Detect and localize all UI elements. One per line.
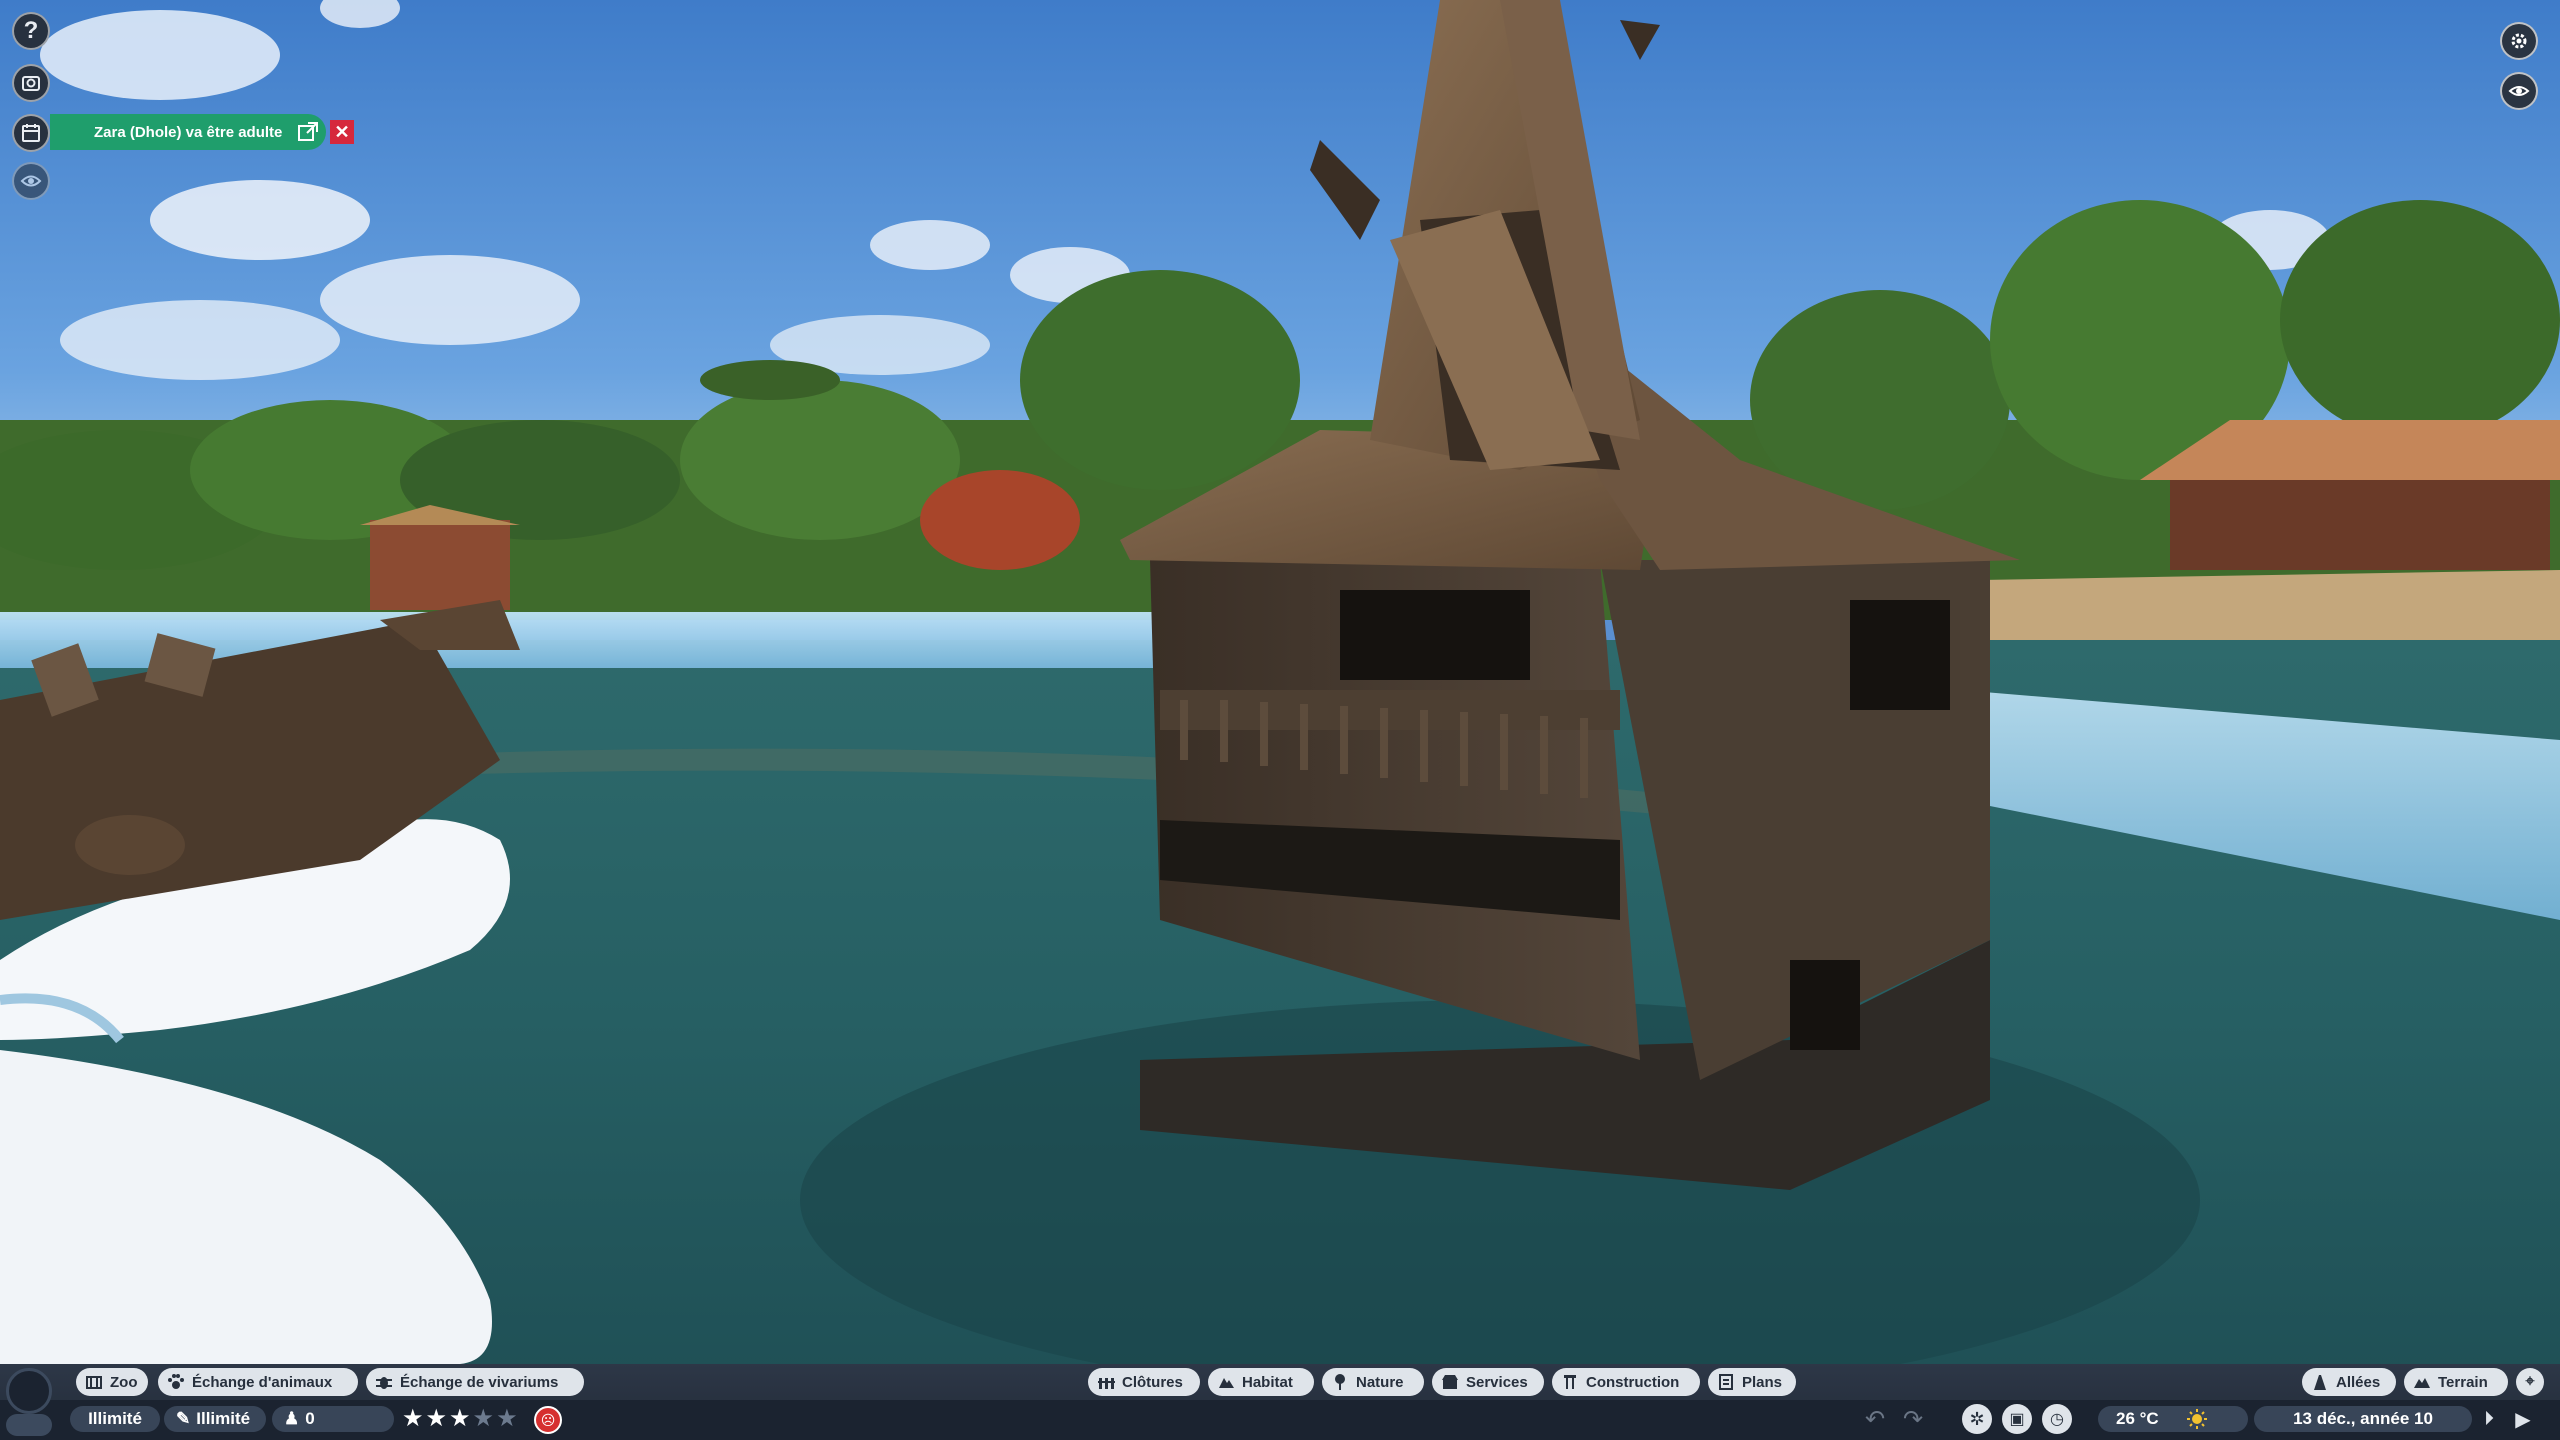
guest-mood-indicator[interactable]: ☹ bbox=[534, 1406, 562, 1434]
notification-text: Zara (Dhole) va être adulte bbox=[94, 123, 283, 141]
tab-zoo[interactable]: Zoo bbox=[76, 1368, 148, 1396]
tab-construction[interactable]: Construction bbox=[1552, 1368, 1700, 1396]
notification-banner[interactable]: Zara (Dhole) va être adulte bbox=[50, 114, 326, 150]
time-of-day-button[interactable]: ◷ bbox=[2042, 1404, 2072, 1434]
rating-star-icon: ★ bbox=[425, 1405, 448, 1432]
external-link-icon[interactable] bbox=[296, 120, 320, 144]
money-value: Illimité bbox=[88, 1409, 142, 1428]
tab-construction-label: Construction bbox=[1586, 1373, 1680, 1391]
tab-terrain-label: Terrain bbox=[2438, 1373, 2488, 1391]
paw-icon bbox=[166, 1372, 186, 1392]
tab-habitat-label: Habitat bbox=[1242, 1373, 1293, 1391]
tab-zoo-label: Zoo bbox=[110, 1373, 138, 1391]
crosshair-icon: ⌖ bbox=[2525, 1373, 2535, 1390]
rating-star-icon: ★ bbox=[496, 1405, 518, 1432]
tab-nature[interactable]: Nature bbox=[1322, 1368, 1424, 1396]
habitat-icon bbox=[1216, 1372, 1236, 1392]
shop-icon bbox=[1440, 1372, 1460, 1392]
tab-terrain[interactable]: Terrain bbox=[2404, 1368, 2508, 1396]
research-display[interactable]: ✎ Illimité bbox=[164, 1406, 266, 1432]
tab-animal-exchange[interactable]: Échange d'animaux bbox=[158, 1368, 358, 1396]
tab-vivarium-exchange-label: Échange de vivariums bbox=[400, 1373, 559, 1391]
sun-icon bbox=[2187, 1409, 2207, 1429]
visibility-button[interactable] bbox=[12, 162, 50, 200]
game-viewport[interactable] bbox=[0, 0, 2560, 1440]
tab-vivarium-exchange[interactable]: Échange de vivariums bbox=[366, 1368, 584, 1396]
money-display[interactable]: Illimité bbox=[70, 1406, 160, 1432]
temperature-display[interactable]: 26 °C bbox=[2098, 1406, 2248, 1432]
zoo-rating[interactable]: ★ ★ ★ ★ ★ bbox=[402, 1406, 520, 1432]
play-icon: ▶ bbox=[2515, 1408, 2531, 1431]
tab-paths-label: Allées bbox=[2336, 1373, 2381, 1391]
camera-icon bbox=[22, 76, 40, 91]
step-icon: ⏵ bbox=[2484, 1407, 2494, 1430]
step-forward-button[interactable]: ⏵ bbox=[2476, 1406, 2502, 1432]
tab-barriers[interactable]: Clôtures bbox=[1088, 1368, 1200, 1396]
help-button[interactable]: ? bbox=[12, 12, 50, 50]
redo-button[interactable]: ↷ bbox=[1898, 1404, 1928, 1434]
tab-blueprints-label: Plans bbox=[1742, 1373, 1783, 1391]
menu-toggle[interactable] bbox=[6, 1414, 52, 1436]
main-menu-button[interactable] bbox=[6, 1368, 52, 1414]
research-icon: ✎ bbox=[176, 1409, 191, 1428]
eye-icon bbox=[20, 175, 42, 187]
notifications-button[interactable] bbox=[12, 114, 50, 152]
construction-icon bbox=[1560, 1372, 1580, 1392]
guests-display[interactable]: ♟ 0 bbox=[272, 1406, 394, 1432]
guests-icon: ♟ bbox=[284, 1409, 300, 1428]
rating-star-icon: ★ bbox=[449, 1405, 471, 1432]
photo-icon: ▣ bbox=[2009, 1411, 2025, 1428]
date-display[interactable]: 13 déc., année 10 bbox=[2254, 1406, 2472, 1432]
tab-blueprints[interactable]: Plans bbox=[1708, 1368, 1796, 1396]
question-icon: ? bbox=[23, 17, 39, 44]
calendar-icon bbox=[22, 124, 40, 142]
redo-icon: ↷ bbox=[1902, 1405, 1924, 1433]
tab-services-label: Services bbox=[1466, 1373, 1528, 1391]
screenshot-button[interactable]: ▣ bbox=[2002, 1404, 2032, 1434]
clock-icon: ◷ bbox=[2050, 1411, 2064, 1428]
tab-habitat[interactable]: Habitat bbox=[1208, 1368, 1314, 1396]
close-icon: ✕ bbox=[334, 121, 350, 142]
settings-button[interactable] bbox=[2500, 22, 2538, 60]
date-value: 13 déc., année 10 bbox=[2293, 1409, 2433, 1428]
overlay-button[interactable]: ✲ bbox=[1962, 1404, 1992, 1434]
photo-mode-button[interactable] bbox=[12, 64, 50, 102]
fence-icon bbox=[1096, 1372, 1116, 1392]
zoo-icon bbox=[84, 1372, 104, 1392]
research-value: Illimité bbox=[196, 1409, 251, 1428]
tree-icon bbox=[1330, 1372, 1350, 1392]
camera-view-button[interactable] bbox=[2500, 72, 2538, 110]
close-notification-button[interactable]: ✕ bbox=[330, 120, 354, 144]
terrain-icon bbox=[2412, 1372, 2432, 1392]
tab-nature-label: Nature bbox=[1356, 1373, 1404, 1391]
undo-icon: ↶ bbox=[1864, 1405, 1886, 1433]
sad-face-icon: ☹ bbox=[540, 1411, 556, 1428]
tab-animal-exchange-label: Échange d'animaux bbox=[192, 1373, 333, 1391]
undo-button[interactable]: ↶ bbox=[1860, 1404, 1890, 1434]
tab-barriers-label: Clôtures bbox=[1122, 1373, 1183, 1391]
blueprint-icon bbox=[1716, 1372, 1736, 1392]
compass-icon: ✲ bbox=[1969, 1408, 1985, 1429]
bug-icon bbox=[374, 1372, 394, 1392]
tab-paths[interactable]: Allées bbox=[2302, 1368, 2396, 1396]
rating-star-icon: ★ bbox=[402, 1405, 424, 1432]
tab-services[interactable]: Services bbox=[1432, 1368, 1544, 1396]
play-button[interactable]: ▶ bbox=[2510, 1406, 2536, 1432]
view-layers-icon bbox=[2508, 86, 2530, 96]
gear-icon bbox=[2511, 33, 2527, 49]
guests-value: 0 bbox=[305, 1409, 315, 1428]
camera-options-button[interactable]: ⌖ bbox=[2516, 1368, 2544, 1396]
rating-star-icon: ★ bbox=[472, 1405, 495, 1432]
path-icon bbox=[2310, 1372, 2330, 1392]
temperature-value: 26 °C bbox=[2116, 1409, 2159, 1428]
